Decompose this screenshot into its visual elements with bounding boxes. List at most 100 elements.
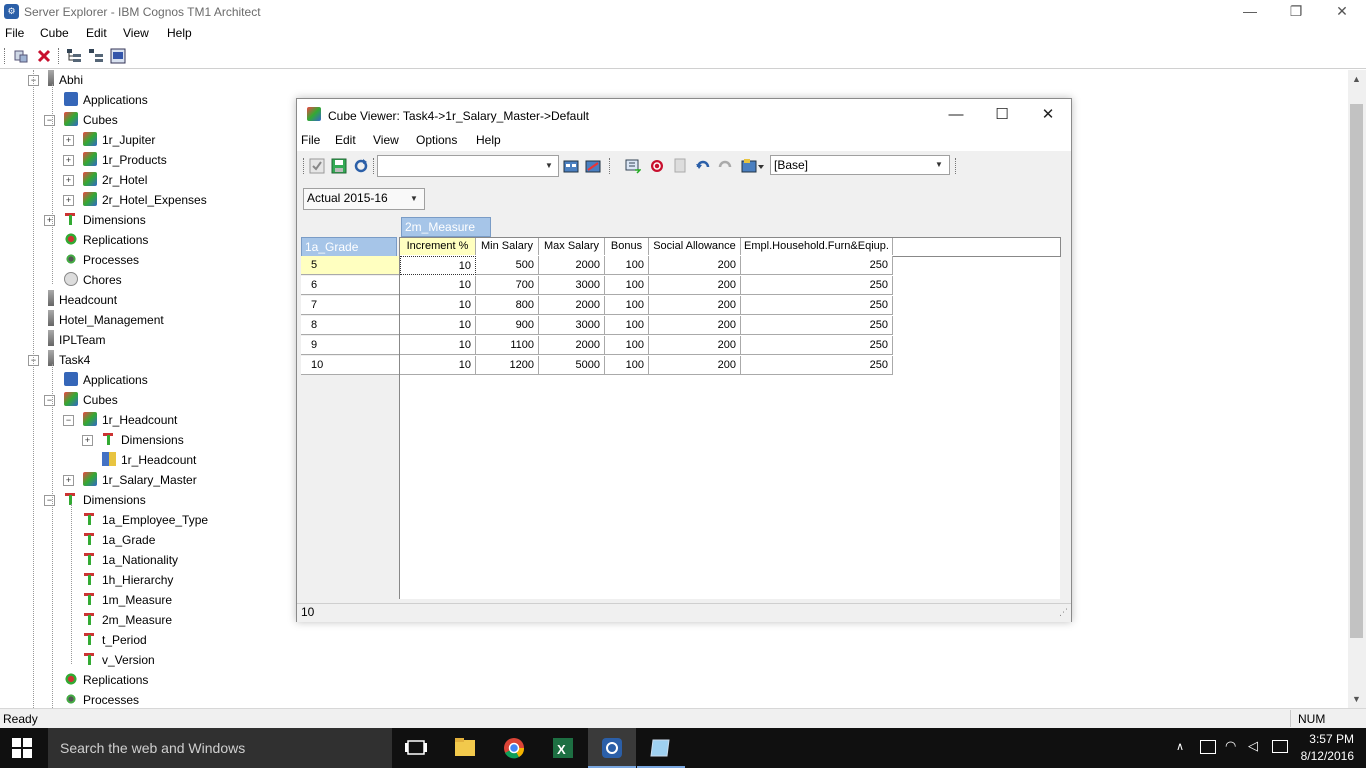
menu-view[interactable]: View — [123, 26, 149, 40]
tree-item[interactable]: 2r_Hotel_Expenses — [83, 190, 207, 210]
data-cell[interactable]: 5000 — [539, 356, 605, 375]
expand-icon[interactable]: + — [63, 135, 74, 146]
data-cell[interactable]: 250 — [741, 256, 893, 275]
data-cell[interactable]: 10 — [400, 356, 476, 375]
menu-help[interactable]: Help — [167, 26, 192, 40]
data-cell[interactable]: 2000 — [539, 296, 605, 315]
delete-icon[interactable] — [36, 48, 52, 64]
tree-item[interactable]: Applications — [64, 90, 148, 110]
cv-menu-help[interactable]: Help — [476, 133, 501, 147]
tree-item[interactable]: 1r_Jupiter — [83, 130, 155, 150]
data-cell[interactable]: 2000 — [539, 336, 605, 355]
wifi-icon[interactable]: ◠ — [1225, 738, 1236, 754]
recalculate-icon[interactable] — [353, 158, 369, 174]
data-cell[interactable]: 250 — [741, 316, 893, 335]
file-explorer-icon[interactable] — [441, 728, 489, 768]
data-cell[interactable]: 3000 — [539, 316, 605, 335]
data-cell[interactable]: 1200 — [476, 356, 539, 375]
automatic-recalc-icon[interactable] — [309, 158, 325, 174]
data-cell[interactable]: 800 — [476, 296, 539, 315]
action-center-icon[interactable] — [1272, 740, 1288, 753]
scroll-up-icon[interactable]: ▲ — [1352, 74, 1361, 84]
tree-item[interactable]: 1a_Grade — [83, 530, 155, 550]
tree-item[interactable]: Dimensions — [102, 430, 184, 450]
collapse-icon[interactable]: − — [63, 415, 74, 426]
data-cell[interactable]: 250 — [741, 336, 893, 355]
task-view-icon[interactable] — [392, 728, 440, 768]
menu-file[interactable]: File — [5, 26, 24, 40]
notepad-icon[interactable] — [637, 728, 685, 768]
zero-out-icon[interactable] — [649, 158, 665, 174]
tree-item[interactable]: 1m_Measure — [83, 590, 172, 610]
tm1-architect-taskbar-icon[interactable] — [588, 728, 636, 768]
cv-menu-options[interactable]: Options — [416, 133, 457, 147]
tree-item[interactable]: Task4 — [48, 350, 90, 370]
tree-item[interactable]: 2r_Hotel — [83, 170, 147, 190]
column-header[interactable]: Increment % — [400, 238, 476, 255]
data-cell[interactable]: 200 — [649, 356, 741, 375]
redo-icon[interactable] — [717, 158, 733, 174]
properties-icon[interactable] — [13, 48, 29, 64]
show-hidden-icons-icon[interactable]: ∧ — [1176, 740, 1184, 753]
tree-scroll-thumb[interactable] — [1350, 104, 1363, 638]
tree-item[interactable]: Cubes — [64, 110, 118, 130]
chevron-down-icon[interactable]: ▼ — [935, 160, 943, 169]
undo-icon[interactable] — [695, 158, 711, 174]
data-cell[interactable]: 500 — [476, 256, 539, 275]
data-cell[interactable]: 900 — [476, 316, 539, 335]
tree-item[interactable]: Dimensions — [64, 210, 146, 230]
clock-date[interactable]: 8/12/2016 — [1300, 749, 1354, 763]
tree-item[interactable]: 1h_Hierarchy — [83, 570, 173, 590]
excel-icon[interactable]: X — [539, 728, 587, 768]
subset-options-icon[interactable] — [585, 158, 601, 174]
data-cell[interactable]: 10 — [400, 296, 476, 315]
data-cell[interactable]: 700 — [476, 276, 539, 295]
data-cell[interactable]: 100 — [605, 356, 649, 375]
data-cell[interactable]: 250 — [741, 276, 893, 295]
tree-item[interactable]: Cubes — [64, 390, 118, 410]
tree-expand-icon[interactable] — [88, 48, 104, 64]
data-cell[interactable]: 10 — [400, 316, 476, 335]
column-header[interactable]: Social Allowance — [649, 238, 741, 255]
tree-view-icon[interactable] — [66, 48, 82, 64]
tree-item[interactable]: IPLTeam — [48, 330, 105, 350]
data-cell[interactable]: 100 — [605, 336, 649, 355]
row-header[interactable]: 5 — [301, 256, 399, 275]
column-header[interactable]: Bonus — [605, 238, 649, 255]
data-cell[interactable]: 10 — [400, 336, 476, 355]
row-header[interactable]: 10 — [301, 356, 399, 375]
tree-item[interactable]: Processes — [64, 250, 139, 270]
tree-item[interactable]: 1r_Headcount — [83, 410, 177, 430]
data-cell[interactable]: 200 — [649, 336, 741, 355]
collapse-icon[interactable]: − — [44, 115, 55, 126]
row-header[interactable]: 7 — [301, 296, 399, 315]
data-cell[interactable]: 100 — [605, 316, 649, 335]
expand-icon[interactable]: + — [82, 435, 93, 446]
cv-close-button[interactable]: ✕ — [1025, 99, 1071, 131]
tree-item[interactable]: Abhi — [48, 70, 83, 90]
scroll-down-icon[interactable]: ▼ — [1352, 694, 1361, 704]
tree-item[interactable]: 1a_Employee_Type — [83, 510, 208, 530]
volume-muted-icon[interactable]: ◁ — [1248, 738, 1258, 754]
data-cell[interactable]: 200 — [649, 256, 741, 275]
tree-item[interactable]: Chores — [64, 270, 122, 290]
tree-item[interactable]: t_Period — [83, 630, 147, 650]
sandbox-icon[interactable] — [673, 158, 689, 174]
data-cell[interactable]: 100 — [605, 276, 649, 295]
expand-icon[interactable]: + — [63, 195, 74, 206]
tree-item[interactable]: Applications — [64, 370, 148, 390]
expand-icon[interactable]: + — [63, 475, 74, 486]
column-header[interactable]: Empl.Household.Furn&Eqiup. — [741, 238, 893, 255]
view-options-dropdown-icon[interactable] — [741, 158, 765, 174]
tree-item[interactable]: 1r_Products — [83, 150, 167, 170]
server-explorer-icon[interactable] — [110, 48, 126, 64]
data-cell[interactable]: 10 — [400, 276, 476, 295]
tree-item[interactable]: 2m_Measure — [83, 610, 172, 630]
tree-item[interactable]: Hotel_Management — [48, 310, 164, 330]
tree-item[interactable]: v_Version — [83, 650, 155, 670]
data-cell[interactable]: 250 — [741, 296, 893, 315]
menu-edit[interactable]: Edit — [86, 26, 107, 40]
cv-menu-edit[interactable]: Edit — [335, 133, 356, 147]
data-cell[interactable]: 200 — [649, 316, 741, 335]
network-plug-icon[interactable] — [1200, 740, 1216, 754]
